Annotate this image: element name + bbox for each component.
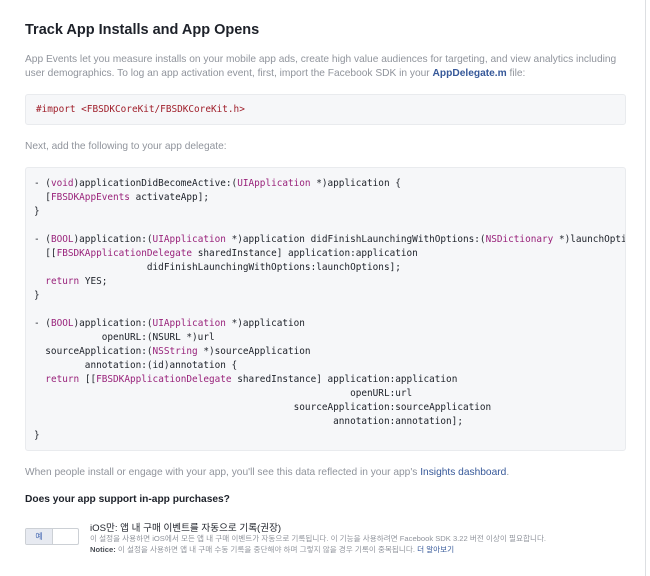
code-token: - (	[34, 178, 51, 189]
code-token: UIApplication	[152, 234, 226, 245]
insights-dashboard-link[interactable]: Insights dashboard	[420, 467, 506, 478]
code-token: - (	[34, 318, 51, 329]
iap-question: Does your app support in-app purchases?	[25, 494, 230, 505]
code-token: - (	[34, 234, 51, 245]
code-token: BOOL	[50, 234, 74, 245]
code-token: }	[34, 430, 40, 441]
code-token: [[	[79, 374, 97, 385]
insights-suffix: .	[506, 467, 510, 478]
code-token: didFinishLaunchingWithOptions:launchOpti…	[34, 262, 401, 273]
code-token: openURL:url	[34, 388, 413, 399]
code-token: UIApplication	[152, 318, 226, 329]
code-token: *)application didFinishLaunchingWithOpti…	[225, 234, 486, 245]
code-token: *)application {	[310, 178, 401, 189]
delegate-code: - (void)applicationDidBecomeActive:(UIAp…	[34, 177, 625, 443]
iap-option-title: iOS만: 앱 내 구매 이벤트를 자동으로 기록(권장)	[90, 523, 282, 534]
import-directive: #import	[36, 104, 82, 115]
iap-desc-line2: Notice: 이 설정을 사용하면 앱 내 구매 수동 기록을 중단해야 하며…	[90, 544, 546, 555]
import-code-block: #import <FBSDKCoreKit/FBSDKCoreKit.h>	[25, 94, 626, 125]
insights-text: When people install or engage with your …	[25, 467, 421, 478]
code-token: *)application	[225, 318, 305, 329]
code-token: )applicationDidBecomeActive:(	[73, 178, 238, 189]
code-token: return	[45, 374, 80, 385]
code-token: )application:(	[73, 318, 153, 329]
intro-paragraph: App Events let you measure installs on y…	[25, 53, 625, 81]
code-token: BOOL	[50, 318, 74, 329]
import-path: <FBSDKCoreKit/FBSDKCoreKit.h>	[81, 104, 245, 115]
iap-desc-line1: 이 설정을 사용하면 iOS에서 모든 앱 내 구매 이벤트가 자동으로 기록됩…	[90, 534, 547, 543]
code-token: *)launchOptions {	[558, 234, 625, 245]
code-token: activateApp];	[129, 192, 209, 203]
appdelegate-link[interactable]: AppDelegate.m	[433, 68, 507, 79]
next-paragraph: Next, add the following to your app dele…	[25, 141, 227, 152]
notice-text: 이 설정을 사용하면 앱 내 구매 수동 기록을 중단해야 하며 그렇지 않을 …	[115, 545, 418, 554]
code-token: sharedInstance] application:application	[231, 374, 458, 385]
code-token: sourceApplication:sourceApplication	[34, 402, 492, 413]
page-title: Track App Installs and App Opens	[25, 22, 260, 38]
iap-toggle[interactable]: 예	[25, 528, 79, 545]
code-token: [	[34, 192, 51, 203]
import-line: #import <FBSDKCoreKit/FBSDKCoreKit.h>	[36, 103, 615, 117]
code-token: }	[34, 290, 40, 301]
code-token: return	[45, 276, 80, 287]
code-token: FBSDKApplicationDelegate	[56, 248, 193, 259]
code-token: sourceApplication:(	[34, 346, 153, 357]
code-token: [[	[34, 248, 57, 259]
code-token: void	[50, 178, 74, 189]
iap-option-description: 이 설정을 사용하면 iOS에서 모든 앱 내 구매 이벤트가 자동으로 기록됩…	[90, 533, 546, 555]
code-token: annotation:(id)annotation {	[34, 360, 238, 371]
notice-label: Notice:	[90, 545, 116, 554]
code-token: annotation:annotation];	[34, 416, 463, 427]
code-token: )application:(	[73, 234, 153, 245]
code-token: FBSDKApplicationDelegate	[96, 374, 232, 385]
code-token: FBSDKAppEvents	[50, 192, 130, 203]
code-token: *)sourceApplication	[197, 346, 311, 357]
code-token: UIApplication	[237, 178, 311, 189]
code-token: sharedInstance] application:application	[192, 248, 418, 259]
delegate-code-block: - (void)applicationDidBecomeActive:(UIAp…	[25, 167, 626, 451]
code-token: YES;	[79, 276, 108, 287]
code-token: NSString	[152, 346, 198, 357]
intro-suffix: file:	[506, 68, 526, 79]
iap-toggle-on-label: 예	[26, 529, 53, 544]
intro-text: App Events let you measure installs on y…	[25, 54, 617, 79]
code-token: NSDictionary	[485, 234, 554, 245]
insights-paragraph: When people install or engage with your …	[25, 466, 625, 480]
code-token: }	[34, 206, 40, 217]
learn-more-link[interactable]: 더 알아보기	[417, 545, 454, 554]
code-token: openURL:(NSURL *)url	[34, 332, 215, 343]
